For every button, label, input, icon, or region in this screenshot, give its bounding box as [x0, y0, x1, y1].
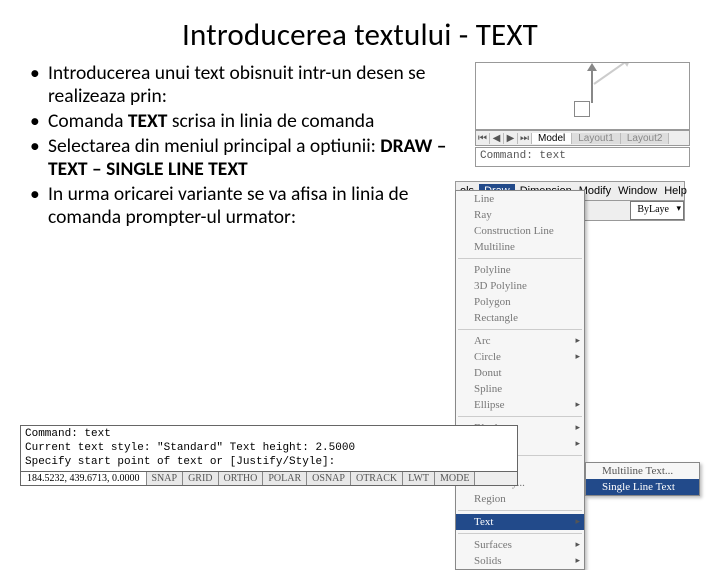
status-toggle[interactable]: OTRACK [351, 472, 403, 485]
menu-separator [458, 510, 582, 511]
text-submenu-item[interactable]: Multiline Text... [586, 463, 699, 479]
bullet-item: In urma oricarei variante se va afisa in… [30, 183, 465, 229]
menu-separator [458, 533, 582, 534]
status-toggle[interactable]: LWT [403, 472, 435, 485]
tab-vcr-button[interactable]: ◀ [490, 133, 504, 144]
text-submenu[interactable]: Multiline Text...Single Line Text [585, 462, 700, 496]
text-submenu-item[interactable]: Single Line Text [586, 479, 699, 495]
draw-menu-item[interactable]: Multiline [456, 239, 584, 255]
status-toggle[interactable]: OSNAP [307, 472, 351, 485]
model-tab[interactable]: Model [532, 133, 572, 144]
status-toggle[interactable]: ORTHO [219, 472, 264, 485]
tab-vcr-button[interactable]: ⏭ [518, 133, 532, 144]
draw-menu-item[interactable]: Region [456, 491, 584, 507]
status-toggle[interactable]: MODE [435, 472, 475, 485]
draw-menu-item[interactable]: Text [456, 514, 584, 530]
menu-separator [458, 329, 582, 330]
draw-menu[interactable]: LineRayConstruction LineMultiline Polylin… [455, 190, 585, 570]
draw-menu-item[interactable]: 3D Polyline [456, 278, 584, 294]
status-toggle[interactable]: POLAR [263, 472, 307, 485]
model-tab[interactable]: Layout1 [572, 133, 621, 144]
draw-menu-item[interactable]: Donut [456, 365, 584, 381]
draw-menu-item[interactable]: Ellipse [456, 397, 584, 413]
draw-menu-item[interactable]: Spline [456, 381, 584, 397]
draw-menu-item[interactable]: Line [456, 191, 584, 207]
menu-help[interactable]: Help [662, 184, 689, 198]
status-toggle[interactable]: GRID [183, 472, 218, 485]
draw-menu-item[interactable]: Arc [456, 333, 584, 349]
status-bar: 184.5232, 439.6713, 0.0000SNAPGRIDORTHOP… [20, 472, 518, 486]
bullet-item: Introducerea unui text obisnuit intr-un … [30, 62, 465, 108]
draw-menu-item[interactable]: Circle [456, 349, 584, 365]
command-line: Specify start point of text or [Justify/… [25, 456, 513, 470]
command-line-small[interactable]: Command: text [475, 147, 690, 167]
bylayer-dropdown[interactable]: ByLaye [630, 201, 684, 220]
tab-vcr-button[interactable]: ▶ [504, 133, 518, 144]
draw-menu-item[interactable]: Rectangle [456, 310, 584, 326]
tab-vcr-button[interactable]: ⏮ [476, 133, 490, 144]
model-tab[interactable]: Layout2 [621, 133, 670, 144]
cad-drawing-area [475, 62, 690, 130]
draw-menu-item[interactable]: Solids [456, 553, 584, 569]
draw-menu-item[interactable]: Polygon [456, 294, 584, 310]
command-line: Current text style: "Standard" Text heig… [25, 442, 513, 456]
draw-menu-item[interactable]: Surfaces [456, 537, 584, 553]
command-window[interactable]: Command: textCurrent text style: "Standa… [20, 425, 518, 472]
coord-readout: 184.5232, 439.6713, 0.0000 [21, 472, 147, 485]
status-toggle[interactable]: SNAP [147, 472, 184, 485]
bullet-item: Comanda TEXT scrisa in linia de comanda [30, 110, 465, 133]
draw-menu-item[interactable]: Polyline [456, 262, 584, 278]
bullet-list: Introducerea unui text obisnuit intr-un … [0, 62, 465, 231]
menu-separator [458, 416, 582, 417]
menu-separator [458, 258, 582, 259]
command-line: Command: text [25, 428, 513, 442]
menu-window[interactable]: Window [616, 184, 659, 198]
model-tabs[interactable]: ⏮◀▶⏭ModelLayout1Layout2 [475, 130, 690, 146]
page-title: Introducerea textului - TEXT [0, 0, 720, 62]
draw-menu-item[interactable]: Construction Line [456, 223, 584, 239]
draw-menu-item[interactable]: Ray [456, 207, 584, 223]
bullet-item: Selectarea din meniul principal a optiun… [30, 135, 465, 181]
